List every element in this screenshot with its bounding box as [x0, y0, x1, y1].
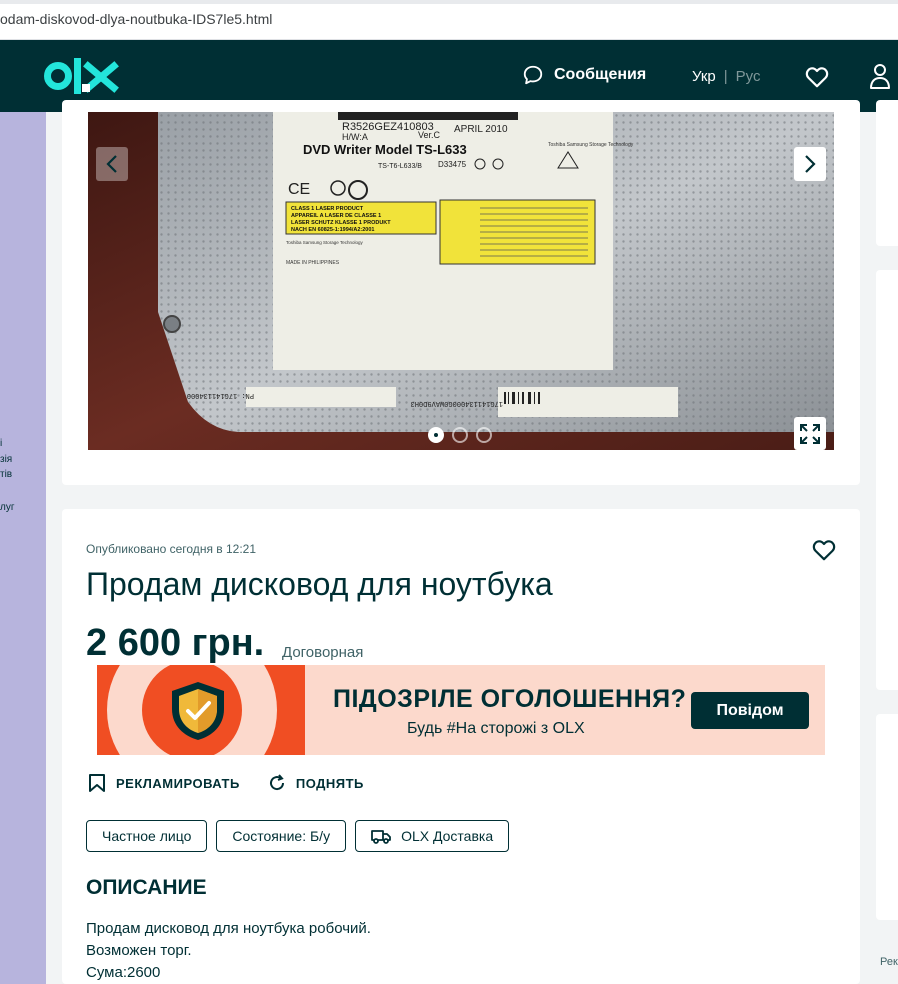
- listing-price: 2 600 грн.: [86, 622, 265, 664]
- listing-tags: Частное лицо Состояние: Б/у OLX Доставка: [86, 820, 510, 852]
- gallery-dot-2[interactable]: [452, 427, 468, 443]
- photo-model: DVD Writer Model TS-L633: [303, 142, 467, 157]
- photo-laser-3: LASER SCHUTZ KLASSE 1 PRODUKT: [291, 220, 391, 226]
- gallery-next-button[interactable]: [794, 147, 826, 181]
- listing-photo[interactable]: R3526GEZ410803 H/W:A Ver.C APRIL 2010 DV…: [88, 112, 834, 450]
- photo-laser-2: APPAREIL A LASER DE CLASSE 1: [291, 213, 381, 219]
- chat-bubble-icon: [523, 65, 543, 85]
- delivery-truck-icon: [371, 830, 391, 844]
- photo-maker: Toshiba Samsung Storage Technology: [548, 142, 634, 148]
- language-switcher: Укр | Рус: [692, 68, 761, 85]
- promote-label: РЕКЛАМИРОВАТЬ: [116, 775, 240, 791]
- left-sidebar-text-2: зія: [0, 454, 13, 465]
- tag-seller-type: Частное лицо: [86, 820, 208, 852]
- photo-laser-1: CLASS 1 LASER PRODUCT: [291, 206, 364, 212]
- right-card-2: [876, 270, 898, 690]
- description-heading: ОПИСАНИЕ: [86, 876, 207, 899]
- photo-hw: H/W:A: [342, 132, 368, 142]
- user-profile-icon[interactable]: [868, 62, 892, 90]
- photo-origin: MADE IN PHILIPPINES: [286, 260, 340, 266]
- photo-code: D33475: [438, 160, 467, 169]
- left-sidebar-ad[interactable]: і зія тів луг: [0, 112, 46, 984]
- left-sidebar-text-4: луг: [0, 502, 15, 513]
- favorites-heart-icon[interactable]: [804, 64, 830, 90]
- lang-rus[interactable]: Рус: [736, 68, 761, 85]
- chevron-left-icon: [106, 155, 117, 173]
- gallery-dot-1[interactable]: [428, 427, 444, 443]
- left-sidebar-text-1: і: [0, 438, 3, 449]
- banner-subline: Будь #На сторожі з OLX: [407, 720, 585, 737]
- chevron-right-icon: [805, 155, 816, 173]
- report-button[interactable]: Повідом: [691, 692, 809, 729]
- description-line-1: Продам дисковод для ноутбука робочий.: [86, 920, 371, 937]
- gallery-dot-3[interactable]: [476, 427, 492, 443]
- add-to-favorites-heart-icon[interactable]: [811, 537, 837, 563]
- fullscreen-button[interactable]: [794, 417, 826, 450]
- right-card-1: [876, 100, 898, 246]
- refresh-icon: [269, 774, 284, 791]
- bookmark-flag-icon: [89, 774, 105, 792]
- description-text: Продам дисковод для ноутбука робочий. Во…: [86, 918, 371, 984]
- photo-ver: Ver.C: [418, 130, 441, 140]
- dvd-drive-photo: R3526GEZ410803 H/W:A Ver.C APRIL 2010 DV…: [88, 112, 834, 450]
- published-date: Опубликовано сегодня в 12:21: [86, 542, 257, 556]
- promote-action[interactable]: РЕКЛАМИРОВАТЬ: [88, 773, 240, 793]
- photo-part: TS-T6-L633/B: [378, 163, 422, 170]
- browser-top-edge: [0, 0, 898, 4]
- svg-text:CE: CE: [288, 181, 310, 198]
- listing-actions: РЕКЛАМИРОВАТЬ ПОДНЯТЬ: [88, 773, 364, 793]
- messages-link[interactable]: Сообщения: [522, 64, 646, 86]
- description-line-3: Сума:2600: [86, 964, 161, 981]
- right-card-3: [876, 714, 898, 920]
- tag-delivery[interactable]: OLX Доставка: [355, 820, 510, 852]
- banner-headline: ПІДОЗРІЛЕ ОГОЛОШЕННЯ?: [333, 685, 687, 713]
- gallery-pagination: [428, 427, 492, 443]
- lang-separator: |: [723, 68, 728, 85]
- right-sidebar-text: Рек: [880, 956, 898, 968]
- olx-logo[interactable]: [44, 56, 120, 96]
- negotiable-label: Договорная: [282, 644, 364, 661]
- photo-maker-2: Toshiba Samsung Storage Technology: [286, 240, 363, 245]
- browser-address-bar[interactable]: odam-diskovod-dlya-noutbuka-IDS7le5.html: [0, 0, 898, 40]
- messages-label: Сообщения: [554, 66, 647, 83]
- lang-ukr[interactable]: Укр: [692, 68, 716, 85]
- gallery-prev-button[interactable]: [96, 147, 128, 181]
- photo-barcode-1: PN: 17G141134000: [187, 391, 254, 399]
- photo-laser-4: NACH EN 60825-1:1994/A2:2001: [291, 227, 374, 233]
- left-sidebar-text-3: тів: [0, 469, 13, 480]
- shield-check-icon: [172, 682, 224, 740]
- photo-date: APRIL 2010: [454, 124, 508, 135]
- banner-graphic: [97, 665, 305, 755]
- expand-icon: [800, 423, 820, 444]
- raise-action[interactable]: ПОДНЯТЬ: [268, 773, 364, 793]
- tag-delivery-label: OLX Доставка: [401, 828, 494, 844]
- tag-condition-label: Состояние: Б/у: [232, 828, 331, 844]
- tag-condition: Состояние: Б/у: [216, 820, 347, 852]
- tag-seller-label: Частное лицо: [102, 828, 192, 844]
- photo-barcode-3: 17G141134000G0WAV9D0H3: [411, 399, 503, 407]
- url-text[interactable]: odam-diskovod-dlya-noutbuka-IDS7le5.html: [0, 11, 272, 27]
- raise-label: ПОДНЯТЬ: [295, 775, 364, 791]
- suspicious-ad-banner[interactable]: ПІДОЗРІЛЕ ОГОЛОШЕННЯ? Будь #На сторожі з…: [97, 665, 825, 755]
- description-line-2: Возможен торг.: [86, 942, 192, 959]
- listing-title: Продам дисковод для ноутбука: [86, 566, 553, 602]
